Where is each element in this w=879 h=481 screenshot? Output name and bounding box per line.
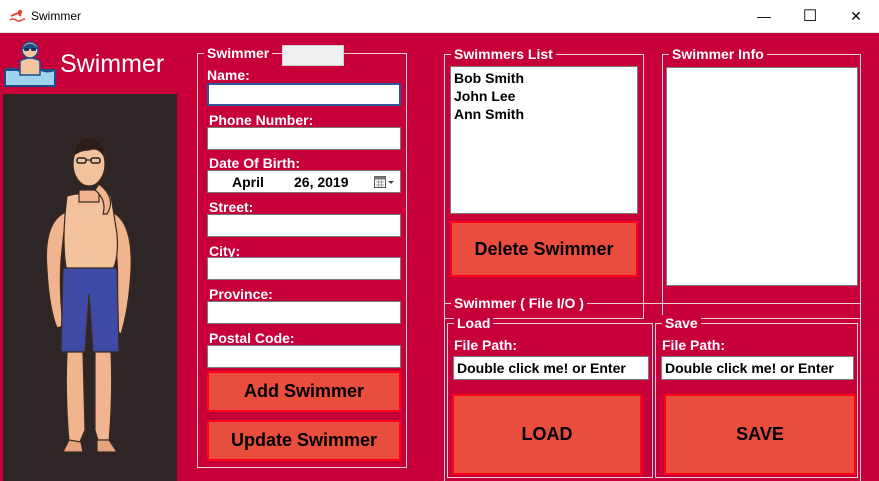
load-path-field[interactable]: Double click me! or Enter (453, 356, 649, 380)
logo-text: Swimmer (60, 50, 165, 78)
city-field[interactable] (207, 257, 401, 280)
swimmer-app-icon (9, 9, 25, 22)
swimmers-listbox[interactable]: Bob Smith John Lee Ann Smith (450, 66, 638, 214)
postal-code-input[interactable] (208, 346, 400, 367)
minimize-button[interactable]: — (741, 0, 787, 32)
delete-swimmer-button[interactable]: Delete Swimmer (450, 221, 638, 277)
swimmer-info-box[interactable] (666, 67, 858, 286)
load-group: Load File Path: Double click me! or Ente… (447, 315, 653, 478)
swimmers-list-title: Swimmers List (451, 46, 556, 62)
swimmer-info-title: Swimmer Info (669, 46, 767, 62)
swimmers-list-group: Swimmers List Bob Smith John Lee Ann Smi… (444, 46, 644, 319)
list-item[interactable]: Bob Smith (451, 69, 637, 87)
street-label: Street: (209, 199, 254, 215)
maximize-button[interactable]: ☐ (787, 0, 833, 32)
street-input[interactable] (208, 215, 400, 236)
list-item[interactable]: John Lee (451, 87, 637, 105)
close-icon: ✕ (850, 7, 862, 24)
swimmer-form-group: Swimmer Name: Phone Number: Date Of Birt… (197, 45, 407, 468)
save-path-field[interactable]: Double click me! or Enter (661, 356, 854, 380)
name-field[interactable] (207, 83, 401, 106)
app-window: Swimmer — ☐ ✕ Swimmer Swimmer Name: Phon… (0, 0, 879, 481)
load-button[interactable]: LOAD (452, 394, 642, 475)
window-title: Swimmer (31, 9, 81, 23)
province-field[interactable] (207, 301, 401, 324)
save-group-title: Save (662, 315, 701, 331)
swimmer-illustration (45, 136, 132, 453)
name-label: Name: (207, 67, 250, 83)
update-swimmer-button[interactable]: Update Swimmer (207, 420, 401, 461)
phone-field[interactable] (207, 127, 401, 150)
close-button[interactable]: ✕ (833, 0, 879, 32)
title-bar[interactable]: Swimmer — ☐ ✕ (0, 0, 879, 33)
dob-month: April (232, 174, 264, 190)
city-input[interactable] (208, 258, 400, 279)
file-io-title: Swimmer ( File I/O ) (451, 295, 587, 311)
logo: Swimmer (0, 33, 178, 93)
save-button[interactable]: SAVE (664, 394, 856, 475)
calendar-dropdown-icon[interactable] (374, 175, 396, 189)
phone-label: Phone Number: (209, 112, 314, 128)
list-item[interactable]: Ann Smith (451, 105, 637, 123)
minimize-icon: — (757, 8, 771, 24)
load-group-title: Load (454, 315, 494, 331)
swimmer-picture (3, 94, 177, 481)
dob-day-year: 26, 2019 (294, 174, 349, 190)
swimmers-list-items: Bob Smith John Lee Ann Smith (451, 67, 637, 123)
dob-label: Date Of Birth: (209, 155, 300, 171)
phone-input[interactable] (208, 128, 400, 149)
name-input[interactable] (209, 85, 399, 104)
load-path-input[interactable]: Double click me! or Enter (457, 360, 626, 376)
swimmer-avatar-icon (4, 41, 56, 87)
province-label: Province: (209, 286, 273, 302)
swimmer-group-title: Swimmer (204, 45, 273, 61)
file-io-group: Swimmer ( File I/O ) Load File Path: Dou… (444, 295, 861, 481)
save-path-input[interactable]: Double click me! or Enter (665, 360, 834, 376)
swimmer-id-display (282, 45, 344, 66)
dob-picker[interactable]: April 26, 2019 (207, 170, 401, 193)
add-swimmer-button[interactable]: Add Swimmer (207, 371, 401, 412)
main-form: Swimmer Swimmer Name: Phone Number: Date… (0, 33, 879, 481)
maximize-icon: ☐ (802, 8, 818, 25)
save-path-label: File Path: (662, 337, 726, 353)
postal-code-label: Postal Code: (209, 330, 295, 346)
province-input[interactable] (208, 302, 400, 323)
street-field[interactable] (207, 214, 401, 237)
swimmer-info-group: Swimmer Info (662, 46, 861, 319)
save-group: Save File Path: Double click me! or Ente… (655, 315, 858, 478)
postal-code-field[interactable] (207, 345, 401, 368)
load-path-label: File Path: (454, 337, 518, 353)
